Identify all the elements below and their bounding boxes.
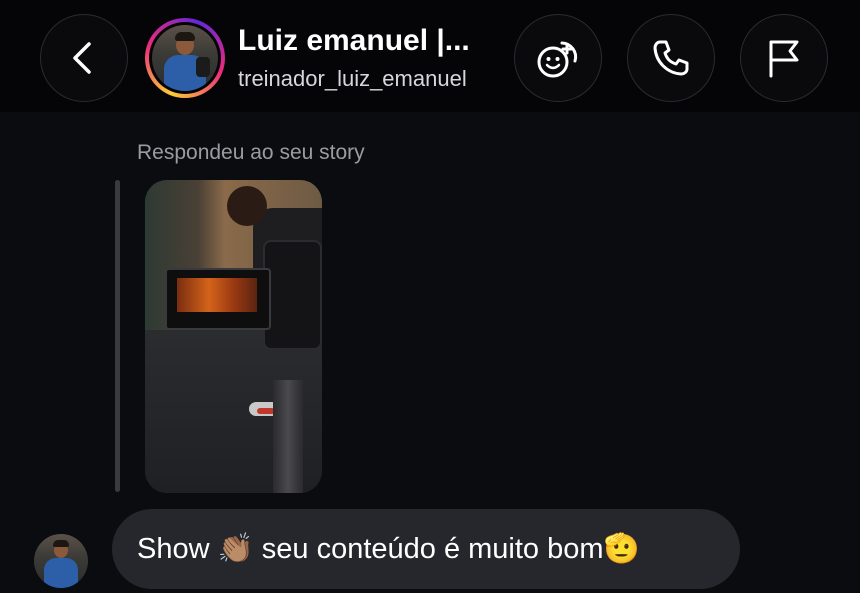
- chevron-left-icon: [73, 42, 91, 74]
- sender-avatar[interactable]: [34, 534, 88, 588]
- message-bubble[interactable]: Show 👏🏽 seu conteúdo é muito bom🫡: [112, 509, 740, 589]
- story-thumbnail[interactable]: [145, 180, 322, 493]
- effects-button[interactable]: [514, 14, 602, 102]
- message-text: Show 👏🏽 seu conteúdo é muito bom🫡: [137, 533, 640, 565]
- report-button[interactable]: [740, 14, 828, 102]
- profile-avatar[interactable]: [145, 18, 225, 98]
- chat-title[interactable]: Luiz emanuel |...: [238, 24, 470, 58]
- avatar-photo: [152, 25, 218, 91]
- chat-username[interactable]: treinador_luiz_emanuel: [238, 66, 467, 92]
- phone-icon: [653, 40, 689, 76]
- story-reply-label: Respondeu ao seu story: [137, 141, 365, 164]
- reply-indicator-bar: [115, 180, 120, 492]
- camera-image: [263, 240, 322, 350]
- back-button[interactable]: [40, 14, 128, 102]
- call-button[interactable]: [627, 14, 715, 102]
- flag-icon: [769, 40, 799, 78]
- face-effects-icon: [537, 41, 578, 78]
- chat-header: Luiz emanuel |... treinador_luiz_emanuel: [0, 0, 860, 112]
